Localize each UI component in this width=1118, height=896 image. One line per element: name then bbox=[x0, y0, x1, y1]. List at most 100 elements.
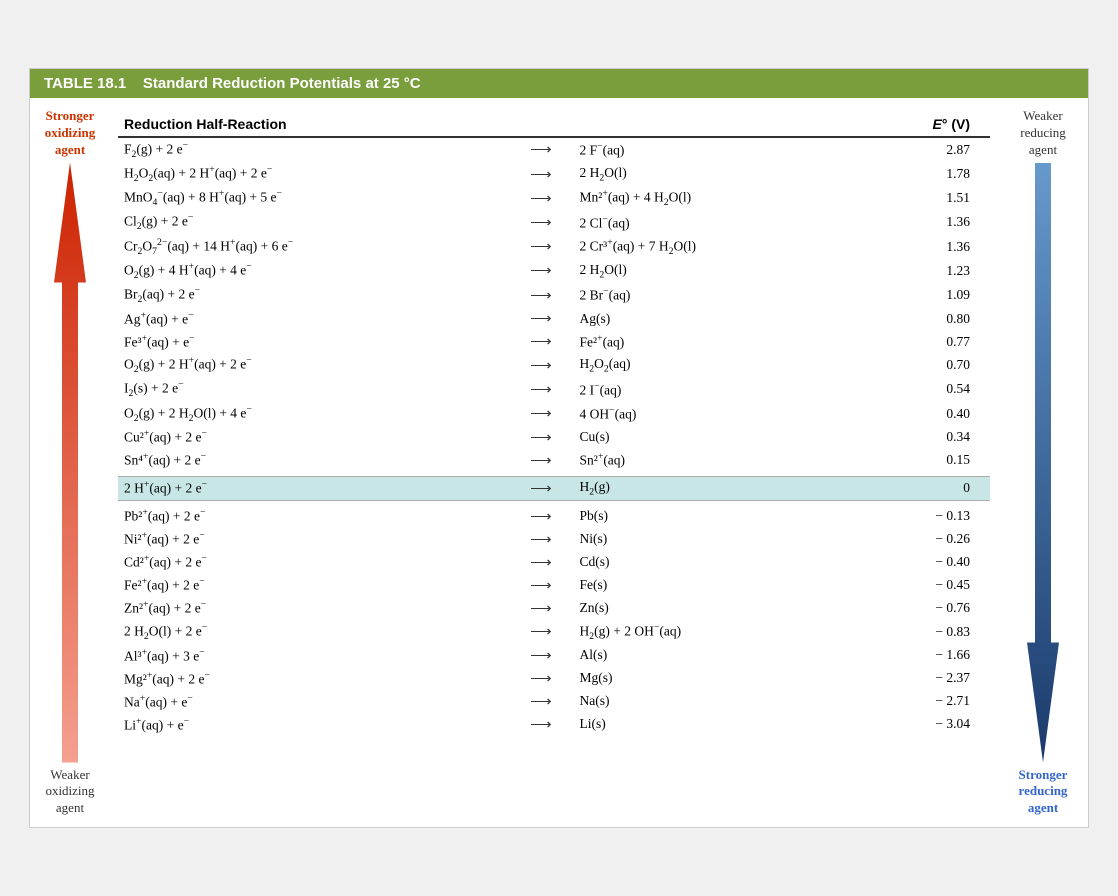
table-body: F2(g) + 2 e−⟶2 F−(aq)2.87H2O2(aq) + 2 H+… bbox=[118, 137, 990, 736]
reaction-left-cell: O2(g) + 4 H+(aq) + 4 e− bbox=[118, 259, 508, 283]
reaction-left-cell: I2(s) + 2 e− bbox=[118, 377, 508, 401]
reaction-right-cell: 2 Cr³+(aq) + 7 H2O(l) bbox=[574, 235, 867, 259]
ev-value-cell: − 0.45 bbox=[866, 574, 990, 597]
reaction-left-cell: MnO4−(aq) + 8 H+(aq) + 5 e− bbox=[118, 186, 508, 210]
ev-value-cell: 1.23 bbox=[866, 259, 990, 283]
reaction-right-cell: Cd(s) bbox=[574, 551, 867, 574]
reaction-right-cell: Fe(s) bbox=[574, 574, 867, 597]
arrow-cell: ⟶ bbox=[508, 307, 573, 330]
table-row: Ni²+(aq) + 2 e−⟶Ni(s)− 0.26 bbox=[118, 528, 990, 551]
reaction-left-cell: Zn²+(aq) + 2 e− bbox=[118, 597, 508, 620]
table-row: Sn⁴+(aq) + 2 e−⟶Sn²+(aq)0.15 bbox=[118, 449, 990, 472]
arrow-cell: ⟶ bbox=[508, 377, 573, 401]
arrow-cell: ⟶ bbox=[508, 505, 573, 528]
table-row: O2(g) + 2 H2O(l) + 4 e−⟶4 OH−(aq)0.40 bbox=[118, 402, 990, 426]
table-row: F2(g) + 2 e−⟶2 F−(aq)2.87 bbox=[118, 137, 990, 162]
reaction-right-cell: 2 Br−(aq) bbox=[574, 283, 867, 307]
arrow-cell: ⟶ bbox=[508, 574, 573, 597]
table-row: Fe³+(aq) + e−⟶Fe²+(aq)0.77 bbox=[118, 330, 990, 353]
table-row: MnO4−(aq) + 8 H+(aq) + 5 e−⟶Mn²+(aq) + 4… bbox=[118, 186, 990, 210]
ev-value-cell: 1.51 bbox=[866, 186, 990, 210]
table-row: Cl2(g) + 2 e−⟶2 Cl−(aq)1.36 bbox=[118, 210, 990, 234]
arrow-cell: ⟶ bbox=[508, 137, 573, 162]
ev-value-cell: − 0.26 bbox=[866, 528, 990, 551]
reaction-left-cell: Br2(aq) + 2 e− bbox=[118, 283, 508, 307]
reaction-left-cell: Al³+(aq) + 3 e− bbox=[118, 644, 508, 667]
reaction-left-cell: O2(g) + 2 H+(aq) + 2 e− bbox=[118, 353, 508, 377]
arrow-cell: ⟶ bbox=[508, 162, 573, 186]
ev-value-cell: − 0.13 bbox=[866, 505, 990, 528]
table-row: Na+(aq) + e−⟶Na(s)− 2.71 bbox=[118, 690, 990, 713]
table-area: Reduction Half-Reaction E° (V) F2(g) + 2… bbox=[110, 108, 998, 817]
ev-value-cell: 0.80 bbox=[866, 307, 990, 330]
arrow-cell: ⟶ bbox=[508, 528, 573, 551]
arrow-cell: ⟶ bbox=[508, 476, 573, 500]
right-side: Weaker reducing agent Stronger reducing … bbox=[998, 108, 1088, 817]
table-row: Cu²+(aq) + 2 e−⟶Cu(s)0.34 bbox=[118, 426, 990, 449]
oxidizing-up-arrow bbox=[54, 163, 86, 763]
ev-value-cell: 1.78 bbox=[866, 162, 990, 186]
reaction-right-cell: 4 OH−(aq) bbox=[574, 402, 867, 426]
reaction-right-cell: Ni(s) bbox=[574, 528, 867, 551]
reaction-left-cell: Li+(aq) + e− bbox=[118, 713, 508, 736]
reaction-left-cell: O2(g) + 2 H2O(l) + 4 e− bbox=[118, 402, 508, 426]
reaction-right-cell: Cu(s) bbox=[574, 426, 867, 449]
reaction-right-cell: H2(g) bbox=[574, 476, 867, 500]
table-title-bar: TABLE 18.1 Standard Reduction Potentials… bbox=[30, 69, 1088, 98]
table-row: Ag+(aq) + e−⟶Ag(s)0.80 bbox=[118, 307, 990, 330]
table-row: I2(s) + 2 e−⟶2 I−(aq)0.54 bbox=[118, 377, 990, 401]
ev-value-cell: − 2.37 bbox=[866, 667, 990, 690]
reaction-left-cell: 2 H+(aq) + 2 e− bbox=[118, 476, 508, 500]
reaction-left-cell: Fe²+(aq) + 2 e− bbox=[118, 574, 508, 597]
table-row: Cd²+(aq) + 2 e−⟶Cd(s)− 0.40 bbox=[118, 551, 990, 574]
table-row: 2 H2O(l) + 2 e−⟶H2(g) + 2 OH−(aq)− 0.83 bbox=[118, 620, 990, 644]
ev-value-cell: 0.77 bbox=[866, 330, 990, 353]
ev-value-cell: − 0.76 bbox=[866, 597, 990, 620]
reaction-left-cell: F2(g) + 2 e− bbox=[118, 137, 508, 162]
table-header-row: Reduction Half-Reaction E° (V) bbox=[118, 112, 990, 137]
reaction-right-cell: 2 I−(aq) bbox=[574, 377, 867, 401]
arrow-cell: ⟶ bbox=[508, 402, 573, 426]
reaction-left-cell: Cr2O72−(aq) + 14 H+(aq) + 6 e− bbox=[118, 235, 508, 259]
ev-value-cell: 0.15 bbox=[866, 449, 990, 472]
table-row: Zn²+(aq) + 2 e−⟶Zn(s)− 0.76 bbox=[118, 597, 990, 620]
reaction-left-cell: Fe³+(aq) + e− bbox=[118, 330, 508, 353]
reaction-right-cell: Al(s) bbox=[574, 644, 867, 667]
table-row: O2(g) + 2 H+(aq) + 2 e−⟶H2O2(aq)0.70 bbox=[118, 353, 990, 377]
reaction-left-cell: Ag+(aq) + e− bbox=[118, 307, 508, 330]
reaction-right-cell: Mn²+(aq) + 4 H2O(l) bbox=[574, 186, 867, 210]
arrow-cell: ⟶ bbox=[508, 259, 573, 283]
reducing-down-arrow bbox=[1027, 163, 1059, 763]
arrow-cell: ⟶ bbox=[508, 713, 573, 736]
reduction-table: Reduction Half-Reaction E° (V) F2(g) + 2… bbox=[118, 112, 990, 736]
weaker-reducing-label: Weaker reducing agent bbox=[1020, 108, 1065, 159]
ev-value-cell: 1.36 bbox=[866, 210, 990, 234]
table-row: Cr2O72−(aq) + 14 H+(aq) + 6 e−⟶2 Cr³+(aq… bbox=[118, 235, 990, 259]
table-row: Al³+(aq) + 3 e−⟶Al(s)− 1.66 bbox=[118, 644, 990, 667]
arrow-cell: ⟶ bbox=[508, 235, 573, 259]
left-side: Stronger oxidizing agent Weaker oxidizin… bbox=[30, 108, 110, 817]
ev-value-cell: − 2.71 bbox=[866, 690, 990, 713]
reaction-left-cell: Cl2(g) + 2 e− bbox=[118, 210, 508, 234]
stronger-oxidizing-label: Stronger oxidizing agent bbox=[45, 108, 96, 159]
reaction-right-cell: 2 Cl−(aq) bbox=[574, 210, 867, 234]
ev-value-cell: 0.40 bbox=[866, 402, 990, 426]
arrow-cell: ⟶ bbox=[508, 644, 573, 667]
col-header-reaction: Reduction Half-Reaction bbox=[118, 112, 866, 137]
reaction-right-cell: Li(s) bbox=[574, 713, 867, 736]
table-row: Li+(aq) + e−⟶Li(s)− 3.04 bbox=[118, 713, 990, 736]
reaction-left-cell: Cd²+(aq) + 2 e− bbox=[118, 551, 508, 574]
arrow-cell: ⟶ bbox=[508, 186, 573, 210]
table-title: Standard Reduction Potentials at 25 °C bbox=[143, 75, 421, 92]
ev-value-cell: 2.87 bbox=[866, 137, 990, 162]
arrow-cell: ⟶ bbox=[508, 597, 573, 620]
table-row: Fe²+(aq) + 2 e−⟶Fe(s)− 0.45 bbox=[118, 574, 990, 597]
ev-value-cell: 0.70 bbox=[866, 353, 990, 377]
table-row: H2O2(aq) + 2 H+(aq) + 2 e−⟶2 H2O(l)1.78 bbox=[118, 162, 990, 186]
reaction-left-cell: Mg²+(aq) + 2 e− bbox=[118, 667, 508, 690]
page-wrapper: TABLE 18.1 Standard Reduction Potentials… bbox=[29, 68, 1089, 828]
arrow-cell: ⟶ bbox=[508, 426, 573, 449]
table-row: O2(g) + 4 H+(aq) + 4 e−⟶2 H2O(l)1.23 bbox=[118, 259, 990, 283]
reaction-left-cell: 2 H2O(l) + 2 e− bbox=[118, 620, 508, 644]
reaction-left-cell: Pb²+(aq) + 2 e− bbox=[118, 505, 508, 528]
